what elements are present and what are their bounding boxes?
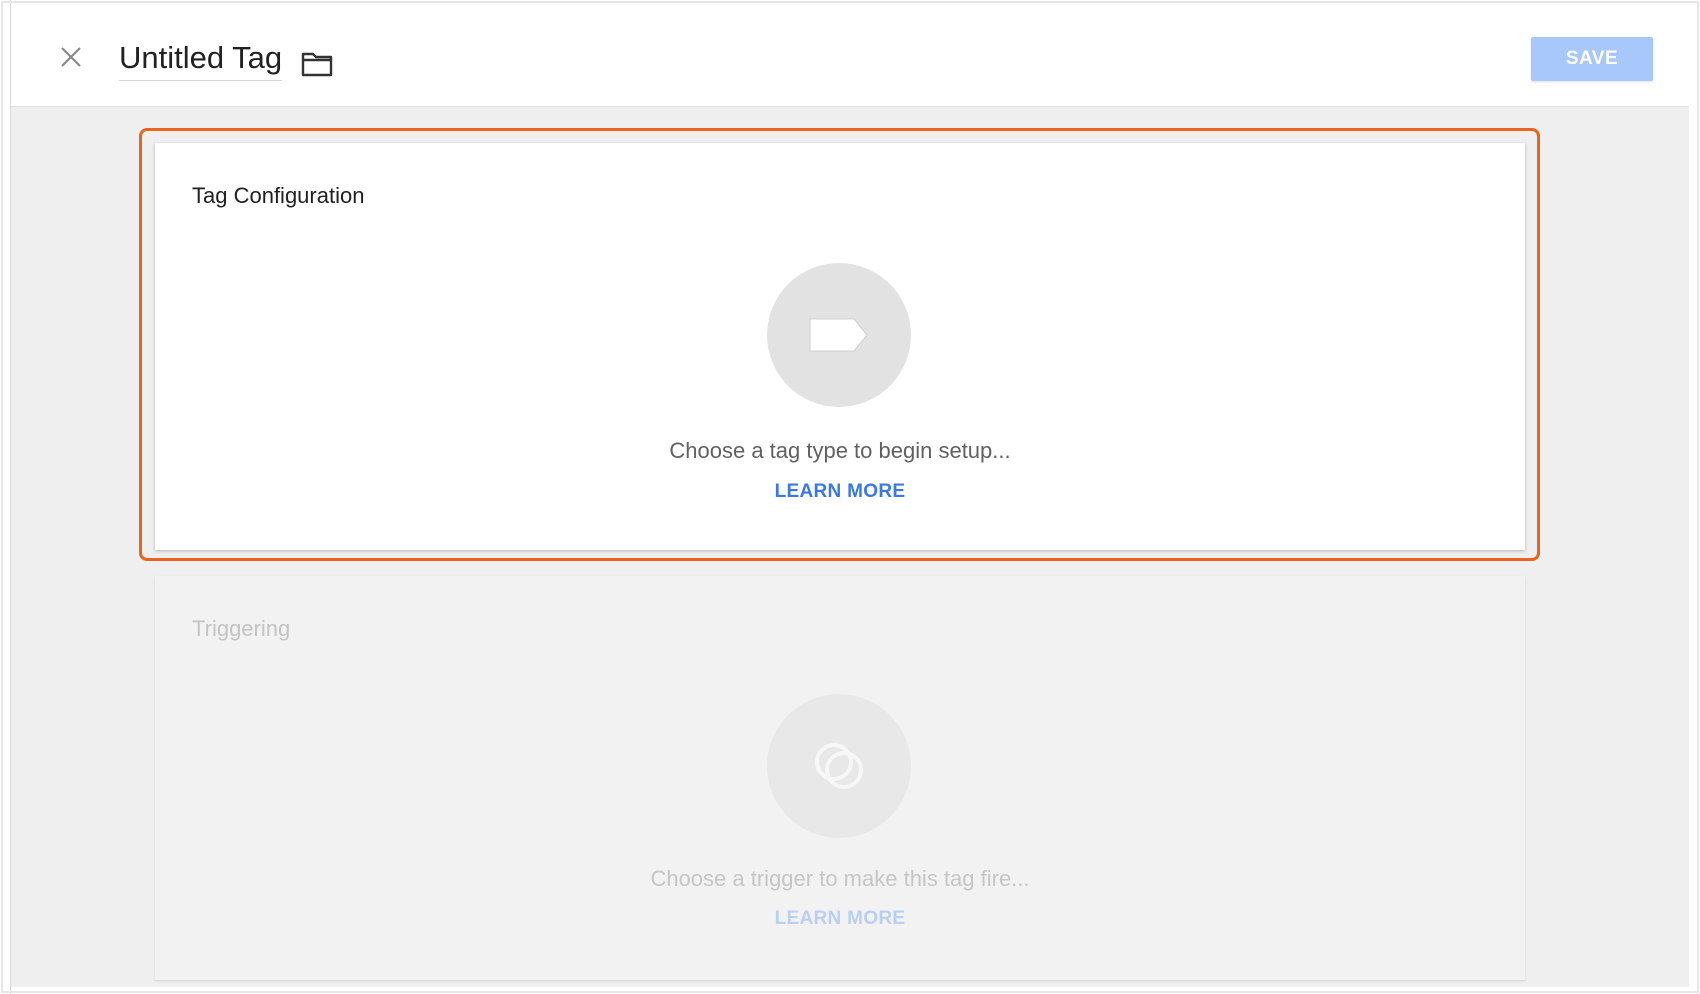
tag-type-prompt: Choose a tag type to begin setup... xyxy=(669,438,1011,463)
editor-content: Tag Configuration Choose a tag type to b… xyxy=(11,107,1689,987)
trigger-icon xyxy=(815,743,863,789)
tag-type-placeholder[interactable] xyxy=(767,263,911,407)
close-icon xyxy=(61,47,81,67)
trigger-prompt: Choose a trigger to make this tag fire..… xyxy=(650,866,1030,891)
triggering-card[interactable]: Triggering Choose a trigger to make this… xyxy=(155,576,1525,980)
close-button[interactable] xyxy=(51,37,91,77)
tag-learn-more-link[interactable]: LEARN MORE xyxy=(155,481,1525,503)
tag-name-title[interactable]: Untitled Tag xyxy=(119,40,283,82)
trigger-learn-more-link[interactable]: LEARN MORE xyxy=(155,908,1525,930)
folder-icon xyxy=(301,52,333,77)
triggering-title: Triggering xyxy=(192,616,291,641)
tag-editor-window: Untitled Tag SAVE Tag Configuration Choo… xyxy=(0,0,1700,994)
tag-icon xyxy=(809,318,868,352)
folder-button[interactable] xyxy=(299,46,335,82)
save-button[interactable]: SAVE xyxy=(1531,37,1653,81)
editor-header: Untitled Tag SAVE xyxy=(11,3,1689,107)
trigger-placeholder[interactable] xyxy=(767,694,911,838)
tag-configuration-title: Tag Configuration xyxy=(192,183,365,208)
tag-configuration-card[interactable]: Tag Configuration Choose a tag type to b… xyxy=(155,143,1525,550)
